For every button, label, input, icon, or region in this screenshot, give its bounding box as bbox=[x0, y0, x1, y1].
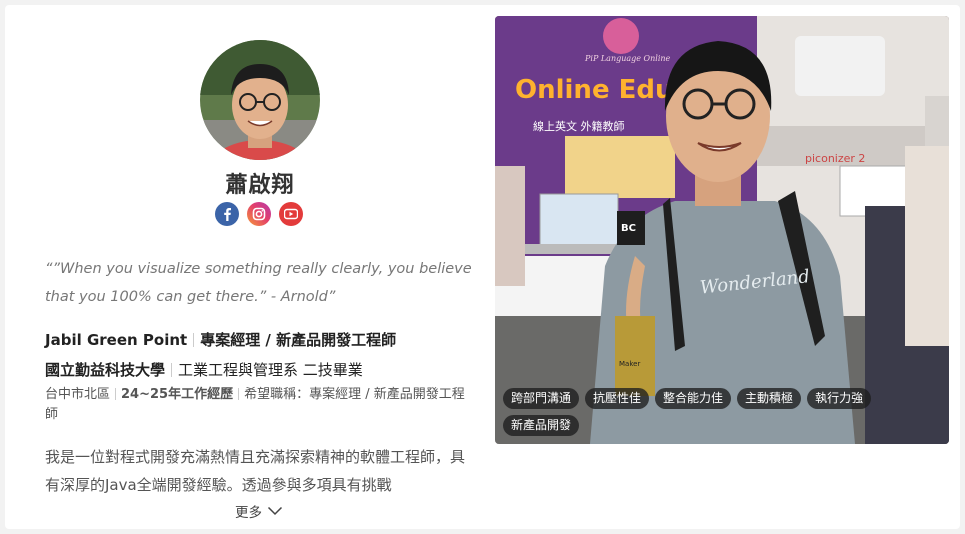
school-name: 國立勤益科技大學 bbox=[45, 361, 166, 379]
about-text: 我是一位對程式開發充滿熱情且充滿探索精神的軟體工程師，具有深厚的Java全端開發… bbox=[45, 448, 466, 494]
skill-tag: 抗壓性佳 bbox=[585, 388, 650, 409]
skill-tag: 執行力強 bbox=[807, 388, 872, 409]
booth-logo: PiP Language Online bbox=[584, 54, 671, 63]
profile-info: 蕭啟翔 “”When you visualize something reall… bbox=[5, 5, 495, 529]
profile-meta: 台中市北區 24~25年工作經歷 希望職稱：專案經理 / 新產品開發工程師 bbox=[45, 385, 475, 425]
skill-tag: 整合能力佳 bbox=[655, 388, 732, 409]
instagram-icon[interactable] bbox=[247, 202, 271, 226]
social-links bbox=[215, 202, 303, 226]
trophy-label: Maker bbox=[619, 360, 640, 368]
brand-sign: piconizer 2 bbox=[805, 152, 865, 165]
more-label: 更多 bbox=[235, 505, 262, 521]
divider bbox=[115, 388, 117, 400]
facebook-icon[interactable] bbox=[215, 202, 239, 226]
more-button[interactable]: 更多 bbox=[235, 501, 283, 521]
experience: 24~25年工作經歷 bbox=[121, 387, 234, 402]
divider bbox=[171, 363, 173, 377]
booth-sign: Online Edu bbox=[515, 75, 674, 105]
avatar bbox=[200, 40, 320, 160]
divider bbox=[238, 388, 240, 400]
skill-tags: 跨部門溝通 抗壓性佳 整合能力佳 主動積極 執行力強 新產品開發 bbox=[503, 388, 943, 436]
job-title: 專案經理 / 新產品開發工程師 bbox=[200, 331, 397, 349]
department: 工業工程與管理系 二技畢業 bbox=[178, 361, 363, 379]
profile-photo: piconizer 2 PiP Language Online Online E… bbox=[495, 16, 949, 444]
education: 國立勤益科技大學 工業工程與管理系 二技畢業 bbox=[45, 359, 363, 380]
booth-subtitle: 線上英文 外籍教師 bbox=[533, 119, 625, 133]
company-name: Jabil Green Point bbox=[45, 331, 188, 349]
skill-tag: 跨部門溝通 bbox=[503, 388, 580, 409]
divider bbox=[193, 333, 195, 347]
profile-name: 蕭啟翔 bbox=[225, 173, 295, 198]
chevron-down-icon bbox=[267, 506, 283, 516]
location: 台中市北區 bbox=[45, 387, 111, 402]
profile-quote: “”When you visualize something really cl… bbox=[45, 261, 472, 305]
skill-tag: 新產品開發 bbox=[503, 415, 580, 436]
current-job: Jabil Green Point 專案經理 / 新產品開發工程師 bbox=[45, 329, 396, 350]
mic-label: BC bbox=[621, 223, 636, 234]
profile-card: 蕭啟翔 “”When you visualize something reall… bbox=[5, 5, 960, 529]
skill-tag: 主動積極 bbox=[737, 388, 802, 409]
youtube-icon[interactable] bbox=[279, 202, 303, 226]
